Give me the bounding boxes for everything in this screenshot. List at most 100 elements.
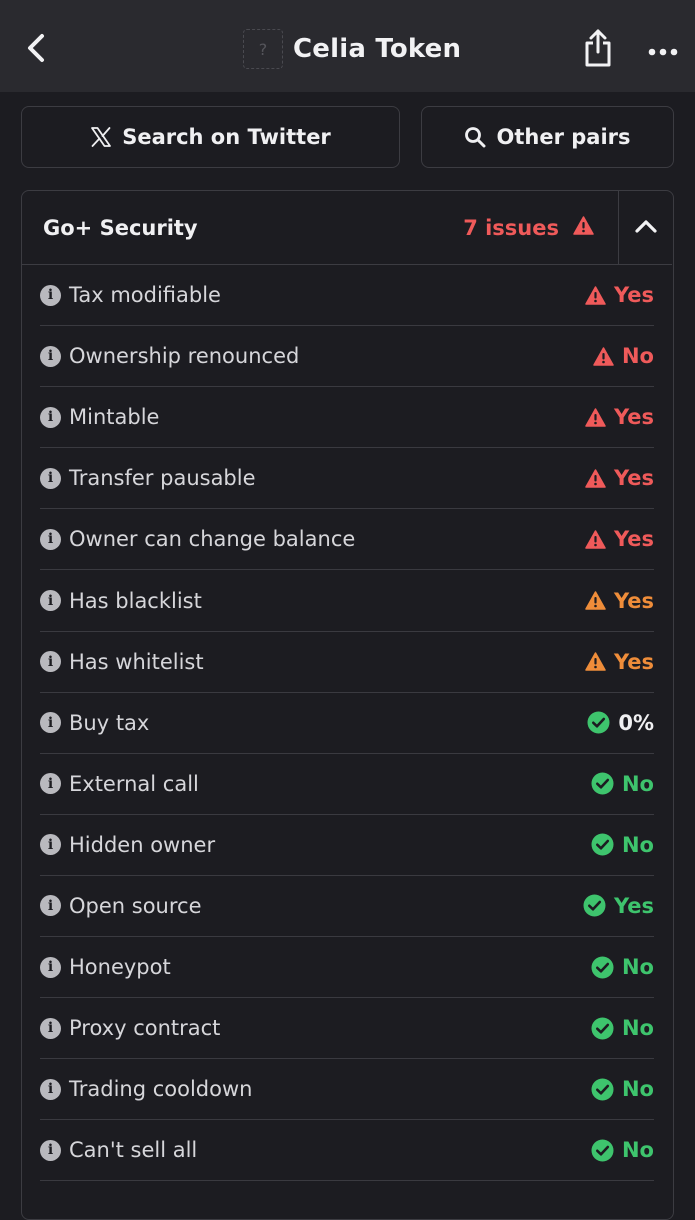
security-checks-list: i Tax modifiable Yes i Ownership renounced No… <box>40 265 654 1182</box>
security-check-label: Trading cooldown <box>69 1077 253 1102</box>
info-icon[interactable]: i <box>40 956 61 978</box>
security-check-result: No <box>591 833 654 857</box>
info-icon[interactable]: i <box>40 773 61 795</box>
security-check-value: Yes <box>613 283 654 308</box>
check-circle-icon <box>591 1139 614 1162</box>
info-icon[interactable]: i <box>40 1017 61 1039</box>
security-check-label: Honeypot <box>69 955 171 980</box>
security-check-label-group: i Owner can change balance <box>40 527 355 551</box>
security-check-label-group: i Ownership renounced <box>40 344 299 368</box>
security-check-label-group: i External call <box>40 772 199 796</box>
check-circle-icon <box>591 1078 614 1101</box>
security-check-value: No <box>621 1138 654 1163</box>
security-check-label-group: i Has whitelist <box>40 650 204 674</box>
x-logo-icon <box>90 126 112 148</box>
security-check-label: Has blacklist <box>69 588 202 613</box>
info-icon[interactable]: i <box>40 651 61 673</box>
security-check-result: No <box>591 1077 654 1101</box>
security-check-result: Yes <box>585 589 654 613</box>
security-check-row: i Ownership renounced No <box>40 326 654 388</box>
security-panel-header[interactable]: Go+ Security 7 issues <box>22 191 672 265</box>
security-check-label: Can't sell all <box>69 1138 198 1163</box>
warning-icon <box>573 216 594 240</box>
info-icon[interactable]: i <box>40 284 61 306</box>
warning-icon <box>585 591 606 610</box>
security-check-row: i Buy tax 0% <box>40 693 654 754</box>
security-check-label: Transfer pausable <box>69 466 256 491</box>
warning-icon <box>593 346 614 366</box>
share-icon <box>583 28 613 72</box>
check-circle-icon <box>583 894 606 917</box>
security-check-label: Mintable <box>69 405 160 430</box>
security-check-value: No <box>621 344 654 369</box>
check-circle-icon <box>591 833 614 856</box>
security-check-label-group: i Buy tax <box>40 711 149 735</box>
security-check-label: External call <box>69 771 199 796</box>
security-check-label: Has whitelist <box>69 649 204 674</box>
security-check-value: No <box>621 1016 654 1041</box>
more-options-button[interactable] <box>643 28 683 72</box>
security-check-row: i Open source Yes <box>40 876 654 938</box>
search-on-twitter-label: Search on Twitter <box>122 125 331 149</box>
security-check-value: 0% <box>618 710 654 735</box>
security-check-row: i Trading cooldown No <box>40 1059 654 1121</box>
warning-icon <box>585 285 606 305</box>
security-check-value: No <box>621 832 654 857</box>
info-icon[interactable]: i <box>40 834 61 856</box>
share-button[interactable] <box>578 28 618 72</box>
chevron-up-icon <box>634 218 658 238</box>
security-check-result: No <box>593 344 654 368</box>
security-check-row: i Can't sell all No <box>40 1120 654 1182</box>
security-check-label: Tax modifiable <box>69 283 221 308</box>
search-on-twitter-button[interactable]: Search on Twitter <box>21 106 400 168</box>
security-check-result: Yes <box>585 466 654 490</box>
security-check-label-group: i Hidden owner <box>40 833 215 857</box>
warning-icon <box>585 652 606 671</box>
back-button[interactable] <box>18 28 54 72</box>
security-check-result: No <box>591 1016 654 1040</box>
security-check-row: i Proxy contract No <box>40 998 654 1060</box>
security-check-label-group: i Tax modifiable <box>40 283 221 307</box>
info-icon[interactable]: i <box>40 590 61 612</box>
security-check-value: Yes <box>613 649 654 674</box>
info-icon[interactable]: i <box>40 895 61 917</box>
security-check-label-group: i Transfer pausable <box>40 466 256 490</box>
security-check-row: i Honeypot No <box>40 937 654 999</box>
security-check-result: No <box>591 955 654 979</box>
security-check-row: i Transfer pausable Yes <box>40 448 654 510</box>
security-check-value: No <box>621 771 654 796</box>
info-icon[interactable]: i <box>40 406 61 428</box>
security-check-result: Yes <box>585 527 654 551</box>
page-title: Celia Token <box>293 34 462 64</box>
security-check-value: No <box>621 955 654 980</box>
info-icon[interactable]: i <box>40 528 61 550</box>
check-circle-icon <box>587 711 610 734</box>
info-icon[interactable]: i <box>40 345 61 367</box>
security-panel-title: Go+ Security <box>43 216 198 240</box>
security-check-result: No <box>591 772 654 796</box>
info-icon[interactable]: i <box>40 1139 61 1161</box>
security-check-value: Yes <box>613 588 654 613</box>
warning-icon <box>585 530 606 549</box>
info-icon[interactable]: i <box>40 712 61 734</box>
security-check-result: Yes <box>585 283 654 307</box>
security-check-label-group: i Proxy contract <box>40 1016 220 1040</box>
security-check-label: Ownership renounced <box>69 344 300 369</box>
security-check-value: Yes <box>613 405 654 430</box>
info-icon[interactable]: i <box>40 1078 61 1100</box>
top-bar: ? Celia Token <box>0 0 695 92</box>
security-check-label: Proxy contract <box>69 1016 221 1041</box>
other-pairs-button[interactable]: Other pairs <box>421 106 674 168</box>
security-check-result: No <box>591 1138 654 1162</box>
collapse-button[interactable] <box>618 191 672 264</box>
security-check-row: i Has blacklist Yes <box>40 570 654 632</box>
security-check-label-group: i Can't sell all <box>40 1138 197 1162</box>
search-icon <box>464 126 486 148</box>
security-check-row: i External call No <box>40 754 654 815</box>
security-check-row: i Has whitelist Yes <box>40 632 654 693</box>
security-check-value: Yes <box>613 893 654 918</box>
token-logo-placeholder: ? <box>243 29 283 69</box>
security-check-row: i Owner can change balance Yes <box>40 509 654 571</box>
info-icon[interactable]: i <box>40 467 61 489</box>
check-circle-icon <box>591 772 614 795</box>
